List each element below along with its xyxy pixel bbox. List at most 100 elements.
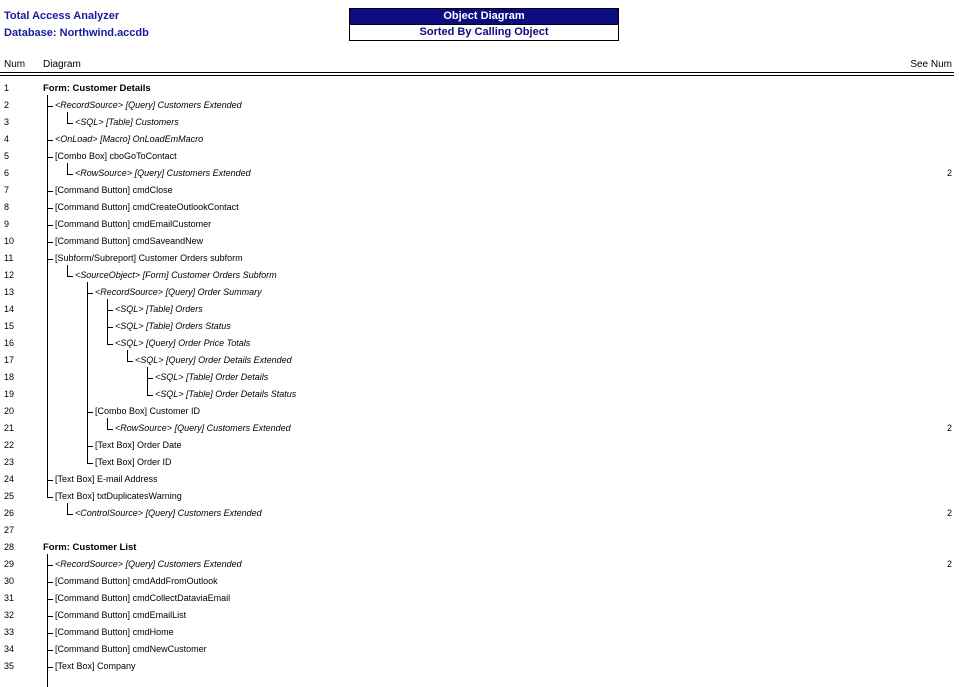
row-number: 26 — [4, 508, 15, 518]
row-number: 31 — [4, 593, 15, 603]
table-row: 25 [Text Box] txtDuplicatesWarning — [0, 488, 959, 505]
reference-property: <RowSource> — [75, 168, 133, 178]
tree-connector-vertical — [147, 378, 148, 395]
table-row: 18 <SQL> [Table] Order Details — [0, 369, 959, 386]
object-name: Orders Status — [175, 321, 231, 331]
row-number: 13 — [4, 287, 15, 297]
row-number: 11 — [4, 253, 14, 263]
diagram-item: <RecordSource> [Query] Customers Extende… — [55, 97, 242, 114]
tree-connector-vertical — [67, 112, 68, 123]
row-number: 22 — [4, 440, 15, 450]
tree-connector-vertical — [67, 265, 68, 276]
row-number: 29 — [4, 559, 15, 569]
tree-connector-vertical — [127, 350, 128, 361]
tree-connector-horizontal — [67, 174, 73, 175]
object-type: [Form] — [142, 270, 169, 280]
diagram-item: <SQL> [Table] Orders — [115, 301, 203, 318]
tree-connector-vertical — [47, 565, 48, 582]
diagram-item: [Text Box] E-mail Address — [55, 471, 158, 488]
diagram-item: [Command Button] cmdEmailCustomer — [55, 216, 211, 233]
table-row: 1 Form: Customer Details — [0, 80, 959, 97]
tree-connector-horizontal — [67, 123, 73, 124]
tree-connector-vertical — [87, 412, 88, 446]
table-row: 10 [Command Button] cmdSaveandNew — [0, 233, 959, 250]
object-type: [Command Button] — [55, 610, 131, 620]
diagram-item: [Text Box] Order Date — [95, 437, 182, 454]
tree-connector-vertical — [47, 106, 48, 140]
tree-connector-horizontal — [67, 514, 73, 515]
object-name: Customers Extended — [177, 508, 262, 518]
table-row: 4 <OnLoad> [Macro] OnLoadEmMacro — [0, 131, 959, 148]
table-row: 34 [Command Button] cmdNewCustomer — [0, 641, 959, 658]
see-num: 2 — [946, 508, 952, 518]
reference-property: <RecordSource> — [55, 100, 124, 110]
table-row: 9 [Command Button] cmdEmailCustomer — [0, 216, 959, 233]
row-number: 10 — [4, 236, 15, 246]
object-type: [Query] — [146, 338, 176, 348]
row-number: 18 — [4, 372, 15, 382]
object-name: Customers Extended — [166, 168, 251, 178]
diagram-item: [Command Button] cmdNewCustomer — [55, 641, 207, 658]
object-type: [Query] — [145, 508, 176, 518]
table-row: 8 [Command Button] cmdCreateOutlookContac… — [0, 199, 959, 216]
object-name: cmdSaveandNew — [132, 236, 204, 246]
row-number: 1 — [4, 83, 10, 93]
object-name: cmdCreateOutlookContact — [132, 202, 239, 212]
object-name: txtDuplicatesWarning — [97, 491, 182, 501]
report-title-box: Object Diagram Sorted By Calling Object — [349, 8, 619, 41]
object-type: [Command Button] — [55, 593, 131, 603]
diagram-item: <SQL> [Query] Order Details Extended — [135, 352, 292, 369]
object-type: [Text Box] — [55, 491, 95, 501]
diagram-item: <ControlSource> [Query] Customers Extend… — [75, 505, 262, 522]
tree-connector-horizontal — [147, 395, 153, 396]
object-name: Order Details Status — [215, 389, 297, 399]
header-rule-bottom — [0, 75, 954, 76]
column-header-num: Num — [4, 59, 26, 70]
object-name: Customers Extended — [157, 100, 242, 110]
tree-connector-vertical — [87, 446, 88, 463]
row-number: 6 — [4, 168, 10, 178]
object-name: Company — [97, 661, 136, 671]
diagram-item: [Text Box] txtDuplicatesWarning — [55, 488, 182, 505]
diagram-item: <RecordSource> [Query] Order Summary — [95, 284, 262, 301]
row-number: 5 — [4, 151, 10, 161]
diagram-item: [Command Button] cmdEmailList — [55, 607, 186, 624]
object-type: [Query] — [125, 559, 156, 569]
report-title: Object Diagram — [350, 9, 618, 25]
row-number: 7 — [4, 185, 10, 195]
diagram-item: [Command Button] cmdCreateOutlookContact — [55, 199, 239, 216]
row-number: 15 — [4, 321, 15, 331]
reference-property: <SQL> — [155, 372, 184, 382]
diagram-item: <SQL> [Table] Orders Status — [115, 318, 231, 335]
tree-connector-vertical — [47, 242, 48, 259]
row-number: 17 — [4, 355, 15, 365]
see-num: 2 — [946, 423, 952, 433]
tree-connector-horizontal — [107, 344, 113, 345]
object-type: [Table] — [186, 389, 213, 399]
object-type: [Table] — [186, 372, 213, 382]
object-type: [Text Box] — [95, 440, 135, 450]
tree-connector-vertical — [87, 282, 88, 293]
table-row: 19 <SQL> [Table] Order Details Status — [0, 386, 959, 403]
table-row: 35 [Text Box] Company — [0, 658, 959, 675]
row-number: 23 — [4, 457, 15, 467]
row-number: 32 — [4, 610, 15, 620]
object-name: Order ID — [137, 457, 172, 467]
row-number: 27 — [4, 525, 15, 535]
diagram-item: <SourceObject> [Form] Customer Orders Su… — [75, 267, 277, 284]
tree-connector-horizontal — [127, 361, 133, 362]
diagram-item: <OnLoad> [Macro] OnLoadEmMacro — [55, 131, 203, 148]
row-number: 34 — [4, 644, 15, 654]
row-number: 12 — [4, 270, 15, 280]
object-type: [Table] — [146, 321, 173, 331]
object-name: cmdNewCustomer — [132, 644, 207, 654]
header-rule-top — [0, 72, 954, 73]
tree-connector-vertical — [67, 163, 68, 174]
column-header-see-num: See Num — [910, 59, 952, 70]
object-name: Customer Orders subform — [138, 253, 243, 263]
row-number: 33 — [4, 627, 15, 637]
object-name: Order Summary — [197, 287, 262, 297]
object-name: Customers Extended — [206, 423, 291, 433]
reference-property: <SQL> — [75, 117, 104, 127]
tree-connector-vertical — [107, 310, 108, 327]
